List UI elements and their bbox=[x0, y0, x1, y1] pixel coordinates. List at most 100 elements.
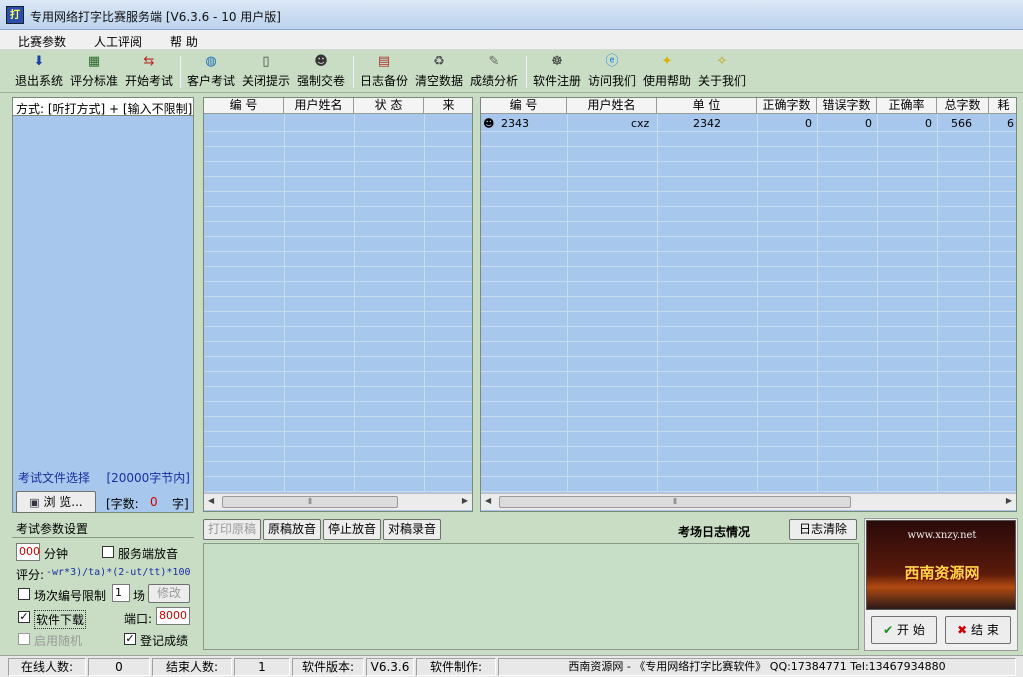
grid-row-line bbox=[481, 326, 1016, 327]
grid-row-line bbox=[481, 266, 1016, 267]
log-backup-button[interactable]: ▤ 日志备份 bbox=[359, 54, 409, 90]
table-row[interactable]: ☻ 2343 cxz 2342 0 0 0 566 6 bbox=[481, 116, 1016, 132]
log-area[interactable] bbox=[203, 543, 859, 650]
grid-row-line bbox=[204, 461, 472, 462]
start-exam-button[interactable]: ⇆ 开始考试 bbox=[124, 54, 174, 90]
menu-manual-review[interactable]: 人工评阅 bbox=[94, 33, 142, 50]
stop-playback-button[interactable]: 停止放音 bbox=[323, 519, 381, 540]
right-grid-hscrollbar[interactable]: ◀ ⦀ ▶ bbox=[481, 493, 1016, 510]
software-register-button[interactable]: ☸ 软件注册 bbox=[532, 54, 582, 90]
grid-row-line bbox=[204, 191, 472, 192]
bulb-icon: ✦ bbox=[661, 54, 673, 69]
grid-row-line bbox=[481, 431, 1016, 432]
enable-random-checkbox[interactable] bbox=[18, 633, 30, 645]
minutes-unit: 分钟 bbox=[44, 547, 69, 561]
recycle-icon: ♻ bbox=[433, 54, 445, 69]
cell-username: cxz bbox=[631, 117, 650, 130]
column-header-source[interactable]: 来 bbox=[424, 98, 472, 114]
server-audio-checkbox[interactable] bbox=[102, 546, 114, 558]
column-header-status[interactable]: 状 态 bbox=[354, 98, 424, 114]
enable-random-label: 启用随机 bbox=[34, 634, 83, 648]
exam-file-panel[interactable]: 方式: [听打方式] + [输入不限制] bbox=[12, 97, 194, 513]
scroll-right-icon[interactable]: ▶ bbox=[1006, 496, 1012, 505]
menu-contest-params[interactable]: 比赛参数 bbox=[18, 33, 66, 50]
grid-column-line bbox=[284, 114, 285, 492]
column-header-error-chars[interactable]: 错误字数 bbox=[817, 98, 877, 114]
column-header-id[interactable]: 编 号 bbox=[204, 98, 284, 114]
end-button[interactable]: ✖ 结 束 bbox=[945, 616, 1011, 644]
left-grid-hscrollbar[interactable]: ◀ ⦀ ▶ bbox=[204, 493, 472, 510]
grid-row-line bbox=[481, 416, 1016, 417]
scroll-right-icon[interactable]: ▶ bbox=[462, 496, 468, 505]
grid-column-line bbox=[354, 114, 355, 492]
record-manuscript-button[interactable]: 对稿录音 bbox=[383, 519, 441, 540]
score-analysis-button[interactable]: ✎ 成绩分析 bbox=[469, 54, 519, 90]
modify-button[interactable]: 修改 bbox=[148, 584, 190, 603]
browse-button[interactable]: ▣ 浏 览... bbox=[16, 491, 96, 513]
version-value: V6.3.6 bbox=[366, 658, 414, 676]
software-download-checkbox[interactable]: ✓ bbox=[18, 611, 30, 623]
column-header-time[interactable]: 耗 bbox=[989, 98, 1016, 114]
column-header-correct-chars[interactable]: 正确字数 bbox=[757, 98, 817, 114]
scroll-thumb[interactable]: ⦀ bbox=[222, 496, 398, 508]
register-score-checkbox[interactable]: ✓ bbox=[124, 633, 136, 645]
start-button[interactable]: ✔ 开 始 bbox=[871, 616, 937, 644]
divider bbox=[12, 537, 194, 538]
arrows-icon: ⇆ bbox=[143, 54, 155, 69]
clear-data-button[interactable]: ♻ 清空数据 bbox=[414, 54, 464, 90]
sponsor-banner[interactable]: www.xnzy.net 西南资源网 bbox=[866, 520, 1016, 610]
score-standard-button[interactable]: ▦ 评分标准 bbox=[69, 54, 119, 90]
grid-row-line bbox=[204, 326, 472, 327]
play-manuscript-button[interactable]: 原稿放音 bbox=[263, 519, 321, 540]
maker-value: 西南资源网 - 《专用网络打字比赛软件》 QQ:17384771 Tel:134… bbox=[498, 658, 1016, 676]
globe-icon: ◍ bbox=[205, 54, 217, 69]
scroll-thumb[interactable]: ⦀ bbox=[499, 496, 851, 508]
log-icon: ▤ bbox=[377, 54, 391, 69]
about-us-button[interactable]: ✧ 关于我们 bbox=[697, 54, 747, 90]
client-status-grid[interactable]: 编 号 用户姓名 状 态 来 ◀ ⦀ ▶ bbox=[203, 97, 473, 512]
finished-count-value: 1 bbox=[234, 658, 290, 676]
session-limit-label: 场次编号限制 bbox=[34, 589, 107, 603]
session-limit-checkbox[interactable] bbox=[18, 588, 30, 600]
print-manuscript-button[interactable]: 打印原稿 bbox=[203, 519, 261, 540]
column-header-unit[interactable]: 单 位 bbox=[657, 98, 757, 114]
grid-column-line bbox=[657, 114, 658, 492]
score-grid[interactable]: 编 号 用户姓名 单 位 正确字数 错误字数 正确率 总字数 耗 ☻ 2343 … bbox=[480, 97, 1017, 512]
cell-error-chars: 0 bbox=[865, 117, 872, 130]
scroll-left-icon[interactable]: ◀ bbox=[485, 496, 491, 505]
char-count-label: [字数: bbox=[106, 497, 139, 511]
grid-row-line bbox=[204, 176, 472, 177]
clear-log-button[interactable]: 日志清除 bbox=[789, 519, 857, 540]
browse-icon: ▣ bbox=[29, 496, 40, 509]
grid-row-line bbox=[481, 491, 1016, 492]
column-header-username[interactable]: 用户姓名 bbox=[567, 98, 657, 114]
grid-row-line bbox=[481, 401, 1016, 402]
ie-icon: ⓔ bbox=[605, 54, 619, 69]
status-bar: 在线人数: 0 结束人数: 1 软件版本: V6.3.6 软件制作: 西南资源网… bbox=[0, 655, 1023, 677]
grid-row-line bbox=[481, 341, 1016, 342]
port-field[interactable]: 8000 bbox=[156, 607, 190, 625]
grid-row-line bbox=[481, 386, 1016, 387]
grid-column-line bbox=[567, 114, 568, 492]
grid-row-line bbox=[204, 161, 472, 162]
close-prompt-button[interactable]: ▯ 关闭提示 bbox=[241, 54, 291, 90]
column-header-total-chars[interactable]: 总字数 bbox=[937, 98, 989, 114]
minutes-field[interactable]: 000 bbox=[16, 543, 40, 561]
client-exam-button[interactable]: ◍ 客户考试 bbox=[186, 54, 236, 90]
menu-help[interactable]: 帮 助 bbox=[170, 33, 198, 50]
grid-row-line bbox=[204, 311, 472, 312]
column-header-username[interactable]: 用户姓名 bbox=[284, 98, 354, 114]
grid-row-line bbox=[204, 356, 472, 357]
grid-column-line bbox=[877, 114, 878, 492]
online-count-value: 0 bbox=[88, 658, 150, 676]
usage-help-button[interactable]: ✦ 使用帮助 bbox=[642, 54, 692, 90]
grid-row-line bbox=[481, 296, 1016, 297]
exit-system-button[interactable]: ⬇ 退出系统 bbox=[14, 54, 64, 90]
visit-us-button[interactable]: ⓔ 访问我们 bbox=[587, 54, 637, 90]
column-header-id[interactable]: 编 号 bbox=[481, 98, 567, 114]
scroll-left-icon[interactable]: ◀ bbox=[208, 496, 214, 505]
force-submit-button[interactable]: ☻ 强制交卷 bbox=[296, 54, 346, 90]
toolbar: ⬇ 退出系统 ▦ 评分标准 ⇆ 开始考试 ◍ 客户考试 ▯ 关闭提示 ☻ 强制交… bbox=[0, 51, 1023, 93]
session-field[interactable]: 1 bbox=[112, 584, 130, 602]
column-header-accuracy[interactable]: 正确率 bbox=[877, 98, 937, 114]
